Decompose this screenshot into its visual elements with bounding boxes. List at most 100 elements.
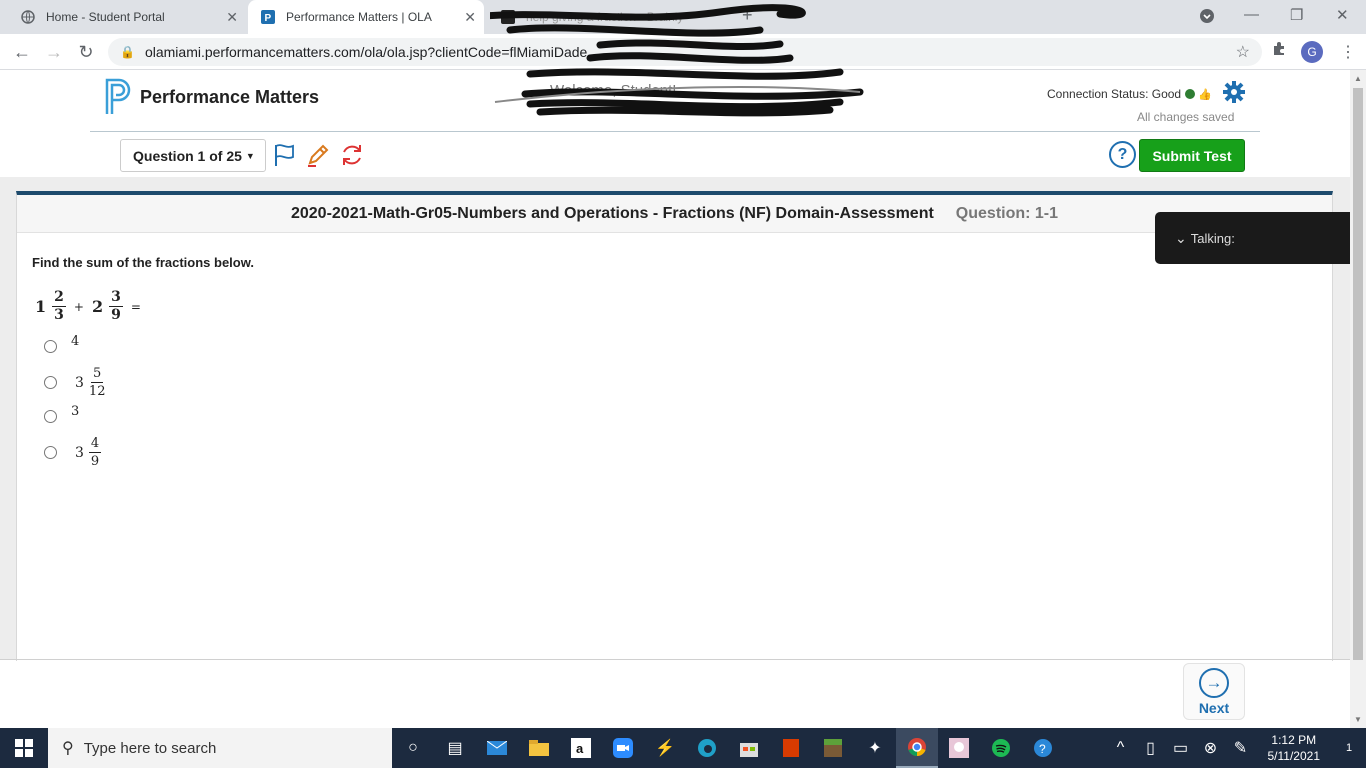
numerator: 4 [88,436,102,453]
clock-time: 1:12 PM [1271,733,1317,747]
radio-button[interactable] [44,376,57,389]
tab-student-portal[interactable]: Home - Student Portal ✕ [8,0,246,34]
settings-gear-icon[interactable] [1222,80,1246,104]
zoom-icon[interactable] [602,728,644,768]
svg-text:a: a [576,741,584,756]
anime-app-icon[interactable] [938,728,980,768]
amazon-icon[interactable]: a [560,728,602,768]
tab-label: help giving a fraction - Brainly [526,10,684,24]
minecraft-icon[interactable] [812,728,854,768]
denominator: 9 [90,454,100,469]
edge-icon[interactable] [686,728,728,768]
pen-icon[interactable]: ✎ [1226,728,1256,768]
choice-whole: 3 [75,444,84,461]
reload-icon[interactable]: ↻ [74,40,98,64]
lock-icon: 🔒 [120,45,135,59]
back-icon[interactable]: ← [10,40,34,64]
file-explorer-icon[interactable] [518,728,560,768]
tab-performance-matters[interactable]: P Performance Matters | OLA ✕ [248,0,484,34]
radio-button[interactable] [44,340,57,353]
assessment-title: 2020-2021-Math-Gr05-Numbers and Operatio… [290,204,934,222]
chrome-menu-icon[interactable]: ⋮ [1340,42,1356,62]
cortana-icon[interactable]: ○ [392,728,434,768]
submit-test-button[interactable]: Submit Test [1139,139,1245,172]
svg-text:?: ? [1039,742,1046,756]
device-icon[interactable]: ▯ [1136,728,1166,768]
answer-choice-d[interactable]: 3 4 9 [44,435,102,470]
denominator: 9 [111,307,121,323]
flag-icon[interactable] [272,142,298,168]
clock-date: 5/11/2021 [1267,749,1321,763]
chrome-icon[interactable] [896,728,938,768]
next-button[interactable]: → Next [1183,663,1245,720]
fraction: 3 9 [109,289,123,324]
show-hidden-icons-icon[interactable]: ^ [1106,728,1136,768]
tab-close-icon[interactable]: ✕ [464,9,476,26]
footer-divider [0,659,1350,660]
tab-search-icon[interactable] [1199,8,1215,28]
power-automate-icon[interactable]: ⚡ [644,728,686,768]
battery-icon[interactable]: ▭ [1166,728,1196,768]
logo-text: Performance Matters [140,86,320,107]
forward-icon[interactable]: → [42,40,66,64]
windows-taskbar: ⚲ Type here to search ○ ▤ a ⚡ ✦ ? ^ ▯ ▭ … [0,728,1366,768]
answer-choice-c[interactable]: 3 [44,404,79,423]
mail-icon[interactable] [476,728,518,768]
question-prompt: Find the sum of the fractions below. [32,255,254,270]
office-icon[interactable] [770,728,812,768]
fraction: 5 12 [89,365,106,400]
page-scrollbar[interactable]: ▲ ▼ [1350,70,1366,728]
tab-close-icon[interactable]: ✕ [226,9,238,26]
bookmark-star-icon[interactable]: ☆ [1236,42,1250,62]
address-bar[interactable]: 🔒 olamiami.performancematters.com/ola/ol… [108,38,1262,66]
pencil-icon[interactable] [305,142,331,168]
radio-button[interactable] [44,410,57,423]
scrollbar-thumb[interactable] [1353,88,1363,660]
store-icon[interactable] [728,728,770,768]
spotify-icon[interactable] [980,728,1022,768]
windows-start-icon[interactable] [0,728,48,768]
scroll-down-icon[interactable]: ▼ [1354,715,1362,724]
choice-value: 3 [71,404,80,419]
question-selector[interactable]: Question 1 of 25 ▼ [120,139,266,172]
minimize-icon[interactable]: — [1244,6,1259,23]
logo-mark-icon [105,78,131,114]
dropbox-icon[interactable]: ✦ [854,728,896,768]
help-app-icon[interactable]: ? [1022,728,1064,768]
equals-operator: = [130,299,141,314]
tab-brainly[interactable]: help giving a fraction - Brainly [490,0,730,34]
tab-label: Home - Student Portal [46,10,165,24]
extensions-icon[interactable] [1271,40,1287,61]
denominator: 3 [54,307,64,323]
restore-icon[interactable]: ❐ [1290,6,1303,24]
choice-whole: 3 [75,374,84,391]
radio-button[interactable] [44,446,57,459]
scroll-up-icon[interactable]: ▲ [1354,74,1362,83]
taskbar-search-box[interactable]: ⚲ Type here to search [48,728,392,768]
numerator: 3 [109,289,123,307]
search-icon: ⚲ [62,740,74,757]
arrow-right-icon: → [1199,667,1229,698]
close-window-icon[interactable]: ✕ [1336,6,1349,24]
refresh-icon[interactable] [339,142,365,168]
help-button[interactable]: ? [1109,141,1136,168]
numerator: 5 [91,366,104,383]
profile-avatar[interactable]: G [1301,41,1323,63]
fraction: 2 3 [52,289,66,324]
answer-choice-b[interactable]: 3 5 12 [44,365,105,400]
browser-toolbar: ← → ↻ 🔒 olamiami.performancematters.com/… [0,34,1366,70]
system-clock[interactable]: 1:12 PM 5/11/2021 [1268,732,1321,764]
network-icon[interactable]: ⊗ [1196,728,1226,768]
fraction-expression: 1 2 3 + 2 3 9 = [35,289,149,324]
svg-text:P: P [265,13,272,24]
new-tab-icon[interactable]: + [742,5,753,26]
chevron-down-icon[interactable]: ⌄ [1175,230,1187,247]
brainly-favicon [500,9,516,25]
notification-center-icon[interactable]: 1 [1332,728,1366,768]
text-to-speech-panel[interactable]: ⌄ Talking: [1155,212,1355,264]
thumbs-up-icon: 👍 [1198,88,1212,101]
choice-value: 4 [71,334,80,349]
save-status: All changes saved [1137,110,1235,124]
task-view-icon[interactable]: ▤ [434,728,476,768]
answer-choice-a[interactable]: 4 [44,334,79,353]
